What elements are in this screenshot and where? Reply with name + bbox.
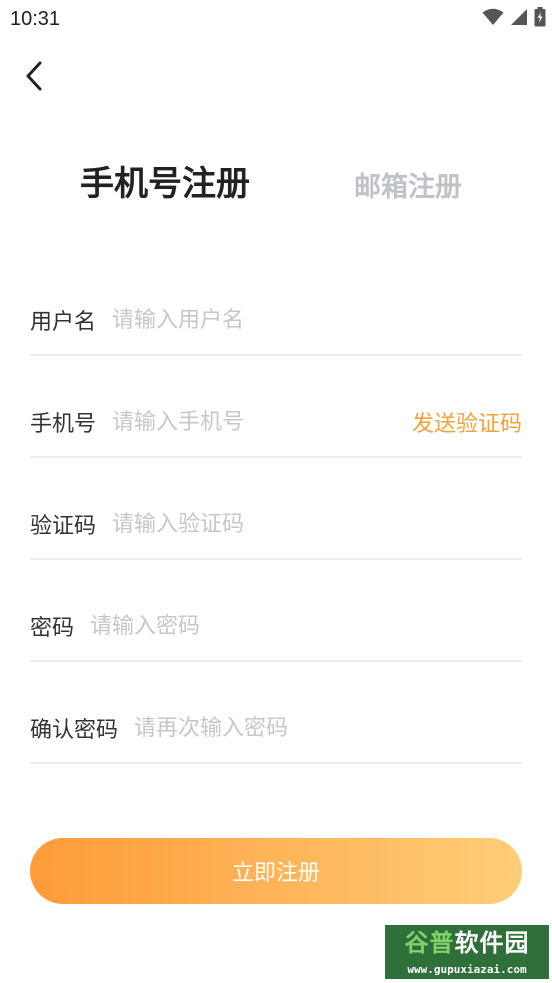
password-input[interactable] [90,610,522,642]
watermark-logo: 谷普软件园 www.gupuxiazai.com [385,925,549,979]
battery-charging-icon [534,7,546,31]
tab-phone-register[interactable]: 手机号注册 [80,162,250,206]
watermark-title: 谷普软件园 [404,929,530,957]
phone-row: 手机号 发送验证码 [30,356,522,458]
back-button[interactable] [16,58,52,98]
status-time: 10:31 [10,8,61,30]
register-button[interactable]: 立即注册 [30,838,522,904]
cellular-signal-icon [510,8,528,30]
tab-email-register[interactable]: 邮箱注册 [354,170,462,206]
status-bar: 10:31 [0,0,552,38]
send-code-button[interactable]: 发送验证码 [412,406,522,438]
watermark-url: www.gupuxiazai.com [407,963,527,976]
status-icons [482,7,546,31]
phone-label: 手机号 [30,412,97,437]
username-label: 用户名 [30,310,97,335]
phone-input[interactable] [112,406,412,438]
username-row: 用户名 [30,254,522,356]
password-label: 密码 [30,616,75,641]
confirm-password-input[interactable] [134,712,522,744]
register-screen: 10:31 手机号注册 邮箱注册 用户名 请输入用户名 手机号 请输入手机号 发… [0,0,552,983]
username-input[interactable] [112,304,522,336]
chevron-left-icon [24,60,44,96]
confirm-password-row: 确认密码 [30,662,522,764]
code-input[interactable] [112,508,522,540]
password-row: 密码 [30,560,522,662]
confirm-password-label: 确认密码 [30,718,119,743]
code-row: 验证码 [30,458,522,560]
code-label: 验证码 [30,514,97,539]
wifi-icon [482,8,504,30]
